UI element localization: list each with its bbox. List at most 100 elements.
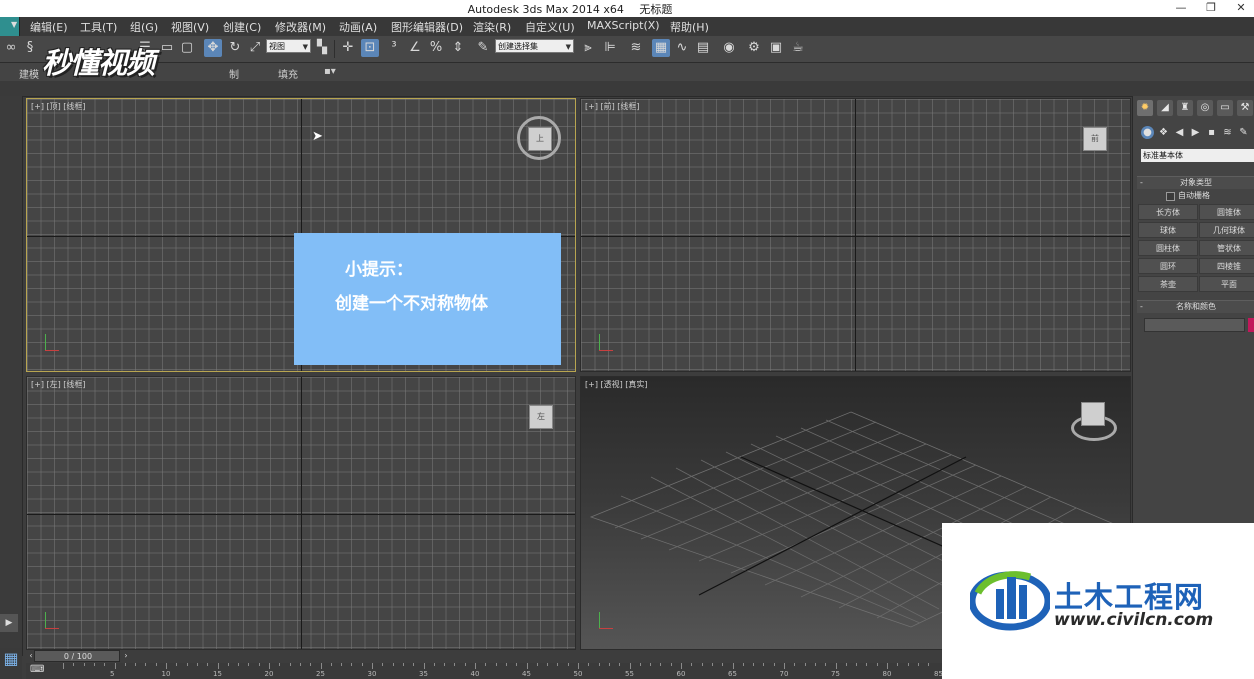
modify-tab-icon[interactable]: ◢ — [1157, 100, 1173, 116]
cameras-icon[interactable]: ▶ — [1189, 126, 1202, 139]
tab-populate[interactable]: 填充 — [278, 66, 298, 81]
align-icon[interactable]: ⊫ — [601, 39, 619, 57]
render-teapot-icon[interactable]: ☕ — [789, 39, 807, 57]
viewport-left[interactable]: [+] [左] [线框] 左 — [26, 376, 576, 650]
material-editor-icon[interactable]: ◉ — [720, 39, 738, 57]
pivot-icon[interactable]: ▚ — [313, 39, 331, 57]
lights-icon[interactable]: ◀ — [1173, 126, 1186, 139]
tab-freeform[interactable]: 制 — [229, 66, 239, 81]
restore-button[interactable]: ❐ — [1200, 0, 1222, 16]
rendered-frame-icon[interactable]: ▣ — [767, 39, 785, 57]
keyboard-shortcut-icon[interactable]: ⊡ — [361, 39, 379, 57]
layer-manager-icon[interactable]: ≋ — [627, 39, 645, 57]
create-tab-icon[interactable]: ✹ — [1137, 100, 1153, 116]
curve-editor-icon[interactable]: ∿ — [673, 39, 691, 57]
geosphere-button[interactable]: 几何球体 — [1199, 222, 1254, 238]
close-button[interactable]: ✕ — [1230, 0, 1252, 16]
viewport-label-front[interactable]: [+] [前] [线框] — [585, 101, 640, 112]
snap-toggle-icon[interactable]: ³ — [385, 39, 403, 57]
timeline-next-icon[interactable]: › — [121, 650, 131, 662]
reference-coord-dropdown[interactable]: 视图 ▼ — [266, 39, 311, 53]
viewport-front[interactable]: [+] [前] [线框] 前 — [580, 98, 1131, 372]
minimize-button[interactable]: — — [1170, 0, 1192, 16]
scene-explorer-icon[interactable]: ▦ — [652, 39, 670, 57]
app-title: Autodesk 3ds Max 2014 x64 — [467, 3, 624, 16]
helpers-icon[interactable]: ▪ — [1205, 126, 1218, 139]
percent-snap-icon[interactable]: % — [427, 39, 445, 57]
name-color-header: 名称和颜色 — [1176, 302, 1216, 311]
menu-edit[interactable]: 编辑(E) — [30, 19, 68, 35]
schematic-view-icon[interactable]: ▤ — [694, 39, 712, 57]
name-color-rollout[interactable]: - 名称和颜色 — [1137, 300, 1254, 313]
systems-icon[interactable]: ✎ — [1237, 126, 1250, 139]
motion-tab-icon[interactable]: ◎ — [1197, 100, 1213, 116]
viewcube[interactable]: 左 — [529, 405, 553, 429]
angle-snap-icon[interactable]: ∠ — [406, 39, 424, 57]
menu-maxscript[interactable]: MAXScript(X) — [587, 19, 660, 32]
link-icon[interactable]: ∞ — [2, 39, 20, 57]
menu-customize[interactable]: 自定义(U) — [525, 19, 575, 35]
menu-graph-editors[interactable]: 图形编辑器(D) — [391, 19, 463, 35]
rollout-collapse-icon: - — [1140, 178, 1143, 187]
autogrid-checkbox[interactable] — [1166, 192, 1175, 201]
menu-create[interactable]: 创建(C) — [223, 19, 261, 35]
box-button[interactable]: 长方体 — [1138, 204, 1198, 220]
menu-rendering[interactable]: 渲染(R) — [473, 19, 511, 35]
utilities-tab-icon[interactable]: ⚒ — [1237, 100, 1253, 116]
named-selection-dropdown[interactable]: 创建选择集 ▼ — [495, 39, 574, 53]
menu-views[interactable]: 视图(V) — [171, 19, 209, 35]
pyramid-button[interactable]: 四棱锥 — [1199, 258, 1254, 274]
rect-select-icon[interactable]: ▭ — [158, 39, 176, 57]
hierarchy-tab-icon[interactable]: ♜ — [1177, 100, 1193, 116]
menu-animation[interactable]: 动画(A) — [339, 19, 377, 35]
tab-modeling[interactable]: 建模 — [19, 66, 39, 81]
axis-gizmo-x — [599, 628, 613, 629]
viewport-layout-icon[interactable]: ▦ — [1, 649, 21, 669]
menu-help[interactable]: 帮助(H) — [670, 19, 709, 35]
sphere-button[interactable]: 球体 — [1138, 222, 1198, 238]
viewport-label-top[interactable]: [+] [顶] [线框] — [31, 101, 86, 112]
viewcube[interactable]: 前 — [1083, 127, 1107, 151]
category-dropdown[interactable]: 标准基本体 — [1141, 149, 1254, 162]
plane-button[interactable]: 平面 — [1199, 276, 1254, 292]
cylinder-button[interactable]: 圆柱体 — [1138, 240, 1198, 256]
select-move-icon[interactable]: ✥ — [204, 39, 222, 57]
timeline-ruler[interactable]: 5 10 15 20 25 30 35 40 45 50 55 60 65 70 75 80 85 — [26, 663, 943, 679]
ruler-tick-label: 80 — [882, 670, 892, 678]
rotate-icon[interactable]: ↻ — [226, 39, 244, 57]
tube-button[interactable]: 管状体 — [1199, 240, 1254, 256]
unlink-icon[interactable]: § — [21, 39, 39, 57]
play-icon[interactable]: ▶ — [0, 614, 18, 632]
key-filter-icon[interactable]: ⌨ — [30, 664, 44, 675]
cone-button[interactable]: 圆锥体 — [1199, 204, 1254, 220]
torus-button[interactable]: 圆环 — [1138, 258, 1198, 274]
object-type-rollout[interactable]: - 对象类型 — [1137, 176, 1254, 189]
time-slider[interactable]: 0 / 100 — [34, 650, 120, 662]
geometry-icon[interactable]: ● — [1141, 126, 1154, 139]
render-setup-icon[interactable]: ⚙ — [745, 39, 763, 57]
menu-modifiers[interactable]: 修改器(M) — [275, 19, 326, 35]
ruler-tick — [928, 663, 930, 666]
select-manipulate-icon[interactable]: ✛ — [339, 39, 357, 57]
viewcube[interactable]: 上 — [528, 127, 552, 151]
object-name-input[interactable] — [1144, 318, 1245, 332]
menu-tools[interactable]: 工具(T) — [80, 19, 117, 35]
object-color-swatch[interactable] — [1248, 318, 1254, 332]
viewport-label-left[interactable]: [+] [左] [线框] — [31, 379, 86, 390]
ruler-tick — [887, 663, 888, 669]
shapes-icon[interactable]: ❖ — [1157, 126, 1170, 139]
title-bar: Autodesk 3ds Max 2014 x64 无标题 — ❐ ✕ — [0, 0, 1254, 17]
edit-named-selection-icon[interactable]: ✎ — [474, 39, 492, 57]
scale-icon[interactable]: ⤢ — [246, 39, 264, 57]
menu-group[interactable]: 组(G) — [130, 19, 158, 35]
viewcube[interactable] — [1081, 402, 1105, 426]
spinner-snap-icon[interactable]: ⇕ — [449, 39, 467, 57]
display-tab-icon[interactable]: ▭ — [1217, 100, 1233, 116]
toolbar-separator — [334, 40, 335, 58]
teapot-button[interactable]: 茶壶 — [1138, 276, 1198, 292]
ruler-tick — [763, 663, 765, 666]
ribbon-options-icon[interactable]: ▪▾ — [324, 66, 336, 77]
space-warps-icon[interactable]: ≋ — [1221, 126, 1234, 139]
mirror-icon[interactable]: ⫸ — [579, 39, 597, 57]
window-crossing-icon[interactable]: ▢ — [178, 39, 196, 57]
